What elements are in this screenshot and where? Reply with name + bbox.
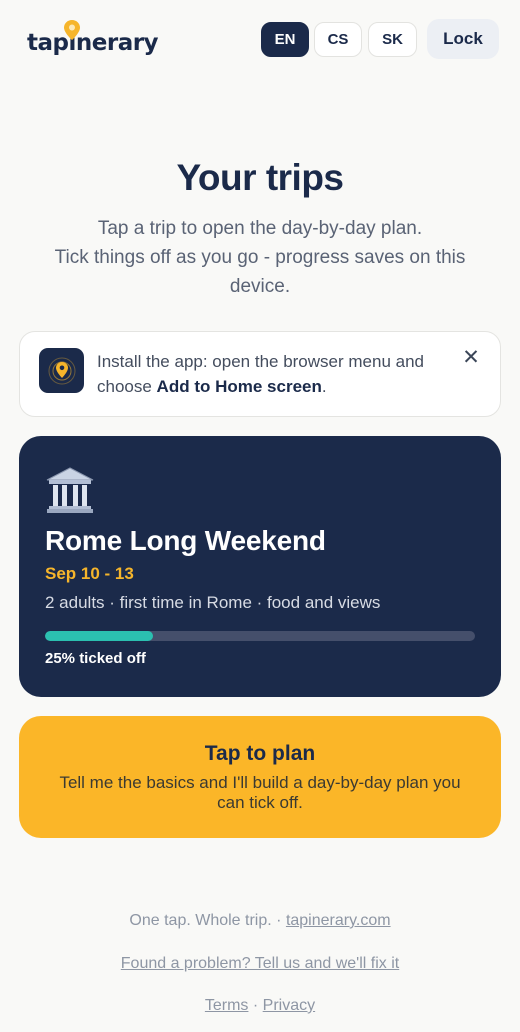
footer-tagline: One tap. Whole trip. (129, 912, 272, 929)
new-plan-button[interactable]: Tap to plan Tell me the basics and I'll … (19, 716, 501, 838)
close-icon[interactable]: ✕ (460, 347, 482, 369)
trip-name: Rome Long Weekend (45, 525, 326, 556)
language-button-sk[interactable]: SK (368, 22, 417, 57)
language-button-cs[interactable]: CS (314, 22, 362, 57)
trip-details: 2 adults · first time in Rome · food and… (45, 593, 381, 612)
trip-progress-label: 25% ticked off (45, 650, 146, 667)
trip-dates: Sep 10 - 13 (45, 564, 134, 583)
install-instructions: Install the app: open the browser menu a… (97, 349, 457, 399)
install-app-banner: Install the app: open the browser menu a… (19, 331, 501, 417)
privacy-link[interactable]: Privacy (263, 997, 315, 1014)
language-button-en[interactable]: EN (261, 22, 309, 57)
lock-button[interactable]: Lock (427, 19, 499, 59)
logo-pin-icon (64, 20, 81, 40)
trip-progress-fill (45, 631, 153, 641)
install-text-bold: Add to Home screen (156, 377, 322, 396)
plan-card-description: Tell me the basics and I'll build a day-… (59, 773, 461, 812)
logo-text-end: nerary (75, 30, 159, 56)
report-problem-link[interactable]: Found a problem? Tell us and we'll fix i… (121, 955, 399, 972)
trip-card[interactable]: Rome Long Weekend Sep 10 - 13 2 adults ·… (19, 436, 501, 697)
logo-pin-letter-wrap: i (64, 20, 81, 56)
install-text-end: . (321, 377, 327, 396)
trip-progress-bar (45, 631, 475, 641)
terms-link[interactable]: Terms (205, 997, 249, 1014)
header: tap inerary EN CS SK Lock (0, 0, 520, 80)
logo-text-start: tap (27, 30, 69, 56)
page-subtitle: Tap a trip to open the day-by-day plan. … (40, 214, 480, 301)
page-title: Your trips (176, 157, 345, 198)
footer-legal-row: Terms · Privacy (0, 997, 520, 1015)
site-link[interactable]: tapinerary.com (286, 912, 391, 929)
classical-building-icon (46, 467, 94, 513)
logo[interactable]: tap inerary (27, 20, 159, 56)
footer-report-row: Found a problem? Tell us and we'll fix i… (0, 955, 520, 973)
subtitle-line-2: Tick things off as you go - progress sav… (54, 247, 466, 297)
plan-card-title: Tap to plan (204, 742, 316, 765)
subtitle-line-1: Tap a trip to open the day-by-day plan. (97, 218, 423, 239)
footer-tagline-row: One tap. Whole trip. · tapinerary.com (0, 912, 520, 930)
legal-separator: · (252, 997, 259, 1014)
footer-separator: · (276, 912, 282, 929)
app-icon (39, 348, 84, 393)
location-pin-icon (48, 357, 75, 384)
